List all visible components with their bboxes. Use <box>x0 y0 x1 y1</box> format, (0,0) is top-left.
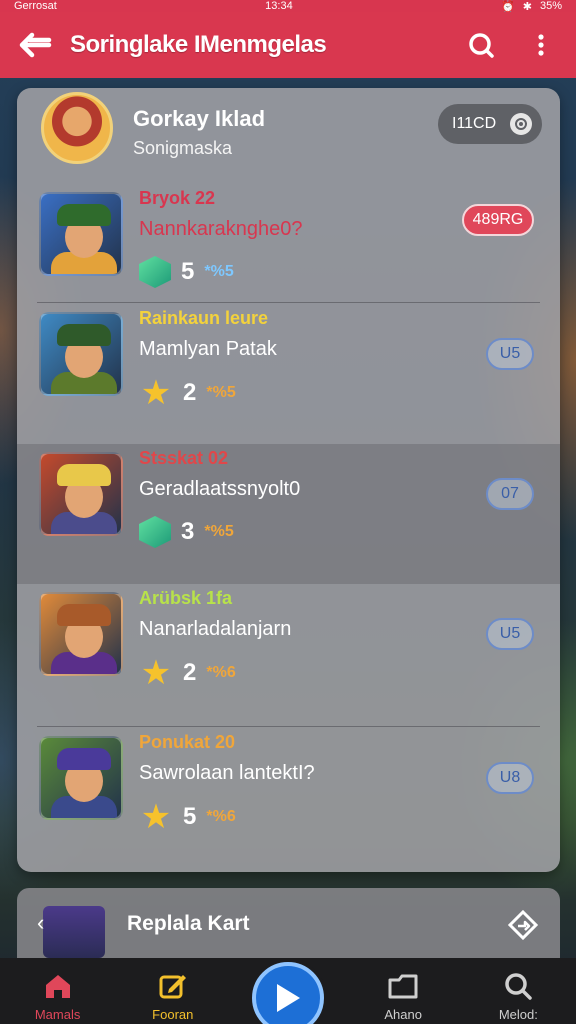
star-icon: ★ <box>140 798 172 836</box>
item-count: 2 <box>183 379 197 406</box>
item-count: 2 <box>183 659 197 686</box>
gem-icon <box>139 256 171 288</box>
item-badge-button[interactable]: U8 <box>486 762 534 794</box>
item-meta: ★ 2 *%5 <box>139 376 236 410</box>
divider <box>37 726 540 727</box>
nav-item-1[interactable]: Fooran <box>123 958 223 1024</box>
item-title: Bryok 22 <box>139 188 216 208</box>
profile-pill-button[interactable]: I11CD <box>438 104 542 144</box>
item-rate: *%6 <box>206 808 236 825</box>
nav-label: Melod: <box>498 1007 538 1022</box>
continue-label: Replala Kart <box>127 912 250 935</box>
nav-label: Ahano <box>384 1007 422 1022</box>
status-bar: Gerrosat 13:34 ⏰ ✱ 35% <box>0 0 576 13</box>
list-item[interactable]: Rainkaun leure Mamlyan Patak ★ 2 *%5 U5 <box>17 304 560 444</box>
bluetooth-icon: ✱ <box>522 0 532 13</box>
item-meta: ★ 5 *%6 <box>139 800 236 834</box>
pill-label: I11CD <box>452 115 497 132</box>
item-rate: *%5 <box>204 263 234 280</box>
item-rate: *%5 <box>206 384 236 401</box>
game-thumbnail <box>39 192 123 276</box>
navigate-icon[interactable] <box>508 910 538 940</box>
item-subtitle: Sawrolaan lantektI? <box>139 762 315 784</box>
nav-item-4[interactable]: Melod: <box>468 958 568 1024</box>
game-thumbnail <box>39 312 123 396</box>
game-thumbnail <box>39 592 123 676</box>
play-button[interactable] <box>252 962 324 1024</box>
page-title: Soringlake IMenmgelas <box>70 31 327 58</box>
alarm-icon: ⏰ <box>501 0 515 13</box>
profile-subtitle: Sonigmaska <box>133 138 233 158</box>
item-title: Ponukat 20 <box>139 732 236 752</box>
battery-level: 35% <box>539 0 562 12</box>
play-icon <box>277 984 300 1012</box>
profile-name: Gorkay Iklad <box>133 106 266 131</box>
star-icon: ★ <box>140 374 172 412</box>
home-icon <box>43 972 73 1003</box>
search-icon <box>503 972 533 1003</box>
list-item[interactable]: Arübsk 1fa Nanarladalanjarn ★ 2 *%6 U5 <box>17 584 560 728</box>
settings-icon <box>510 113 532 135</box>
continue-thumbnail <box>43 906 105 958</box>
edit-icon <box>158 972 188 1003</box>
app-header: Soringlake IMenmgelas <box>0 12 576 78</box>
item-count: 5 <box>181 258 195 285</box>
gem-icon <box>139 516 171 548</box>
item-subtitle: Geradlaatssnyolt0 <box>139 478 301 500</box>
carrier-label: Gerrosat <box>14 0 57 12</box>
star-icon: ★ <box>140 654 172 692</box>
item-count: 3 <box>181 518 195 545</box>
chevron-left-icon[interactable]: ‹ <box>37 910 44 936</box>
item-count: 5 <box>183 803 197 830</box>
list-item[interactable]: Stsskat 02 Geradlaatssnyolt0 3 *%5 07 <box>17 444 560 584</box>
more-vert-icon[interactable] <box>524 28 558 62</box>
nav-label: Fooran <box>152 1007 194 1022</box>
item-subtitle: Nannkaraknghe0? <box>139 218 303 240</box>
nav-label: Mamals <box>34 1007 81 1022</box>
item-title: Arübsk 1fa <box>139 588 233 608</box>
folder-icon <box>387 972 419 1003</box>
item-subtitle: Mamlyan Patak <box>139 338 277 360</box>
avatar <box>41 92 113 164</box>
game-thumbnail <box>39 736 123 820</box>
status-icons: ⏰ ✱ 35% <box>501 0 562 13</box>
item-badge-button[interactable]: 07 <box>486 478 534 510</box>
item-badge-button[interactable]: 489RG <box>462 204 534 236</box>
item-subtitle: Nanarladalanjarn <box>139 618 292 640</box>
list-item[interactable]: Ponukat 20 Sawrolaan lantektI? ★ 5 *%6 U8 <box>17 728 560 872</box>
game-thumbnail <box>39 452 123 536</box>
item-meta: 5 *%5 <box>139 256 234 288</box>
item-rate: *%6 <box>206 664 236 681</box>
search-icon[interactable] <box>464 28 498 62</box>
back-arrow-icon[interactable] <box>0 12 70 78</box>
continue-bar[interactable]: ‹ Replala Kart <box>17 888 560 958</box>
game-list-card: Gorkay Iklad Sonigmaska I11CD Bryok 22 Na… <box>17 88 560 872</box>
nav-item-3[interactable]: Ahano <box>353 958 453 1024</box>
item-badge-button[interactable]: U5 <box>486 618 534 650</box>
clock: 13:34 <box>265 0 293 12</box>
item-meta: 3 *%5 <box>139 516 234 548</box>
profile-header[interactable]: Gorkay Iklad Sonigmaska I11CD <box>17 88 560 176</box>
item-title: Rainkaun leure <box>139 308 269 328</box>
item-badge-button[interactable]: U5 <box>486 338 534 370</box>
item-meta: ★ 2 *%6 <box>139 656 236 690</box>
divider <box>37 302 540 303</box>
nav-item-0[interactable]: Mamals <box>8 958 108 1024</box>
item-title: Stsskat 02 <box>139 448 229 468</box>
item-rate: *%5 <box>204 523 234 540</box>
list-item[interactable]: Bryok 22 Nannkaraknghe0? 5 *%5 489RG <box>17 184 560 304</box>
